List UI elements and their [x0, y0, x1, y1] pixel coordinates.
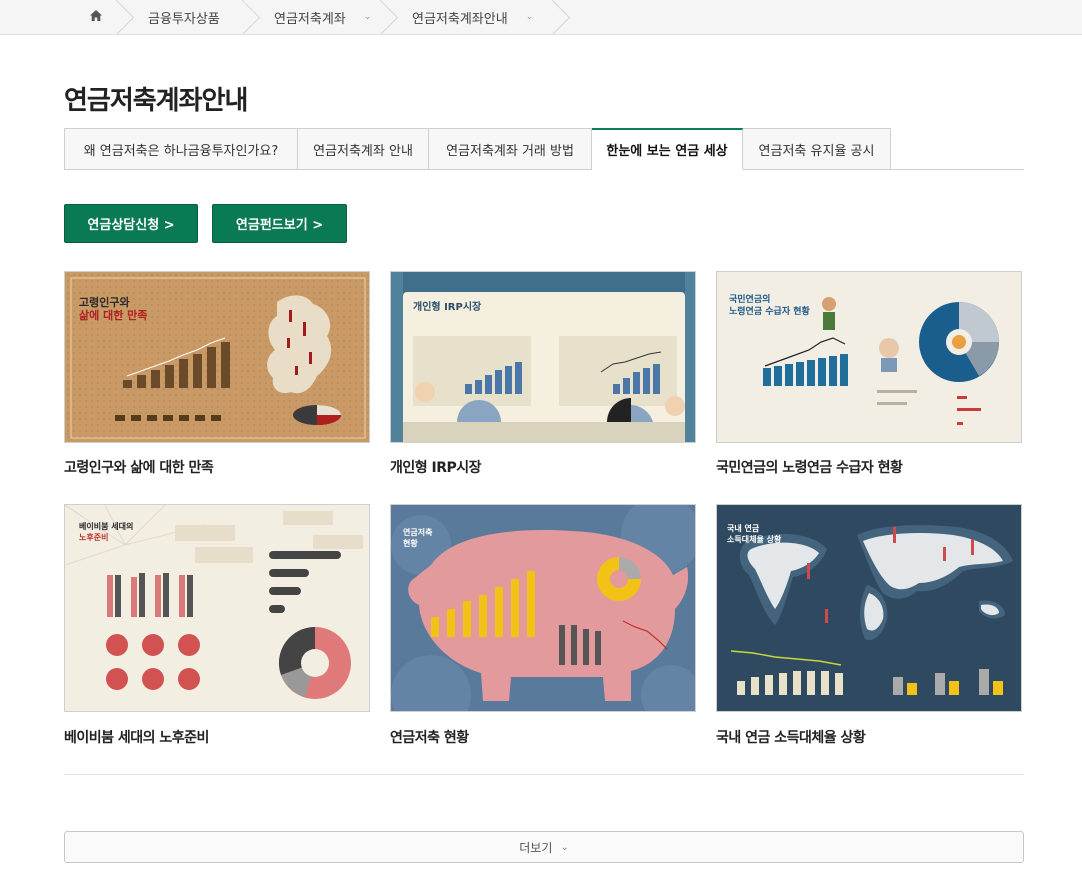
infographic-card[interactable]: 국민연금의 노령연금 수급자 현황: [716, 271, 1022, 443]
breadcrumb-label: 금융투자상품: [148, 11, 220, 27]
card-caption[interactable]: 국민연금의 노령연금 수급자 현황: [716, 457, 903, 477]
funds-button[interactable]: 연금펀드보기 >: [212, 204, 347, 243]
breadcrumb-home[interactable]: [64, 0, 128, 34]
breadcrumb-item-pension-guide[interactable]: 연금저축계좌안내 ⌄: [392, 0, 564, 34]
divider: [64, 774, 1024, 775]
tab-label: 연금저축계좌 안내: [313, 143, 413, 159]
home-icon: [90, 9, 102, 25]
breadcrumb-label: 연금저축계좌: [274, 11, 346, 27]
infographic-thumbnail[interactable]: 국민연금의 노령연금 수급자 현황: [716, 271, 1022, 443]
tab-bar: 왜 연금저축은 하나금융투자인가요? 연금저축계좌 안내 연금저축계좌 거래 방…: [64, 128, 1024, 170]
infographic-card[interactable]: 베이비붐 세대의 노후준비: [64, 504, 370, 712]
tab-label: 연금저축 유지율 공시: [758, 143, 875, 159]
tab-label: 왜 연금저축은 하나금융투자인가요?: [83, 143, 279, 159]
tab-pension-world[interactable]: 한눈에 보는 연금 세상: [592, 128, 743, 170]
thumb-title: 삶에 대한 만족: [79, 308, 147, 322]
breadcrumb-item-pension-account[interactable]: 연금저축계좌 ⌄: [254, 0, 392, 34]
tab-why-hana[interactable]: 왜 연금저축은 하나금융투자인가요?: [64, 128, 298, 170]
chevron-down-icon: ⌄: [363, 12, 372, 22]
consult-button[interactable]: 연금상담신청 >: [64, 204, 198, 243]
tab-label: 연금저축계좌 거래 방법: [446, 143, 574, 159]
tab-trade-method[interactable]: 연금저축계좌 거래 방법: [429, 128, 592, 170]
tab-account-guide[interactable]: 연금저축계좌 안내: [298, 128, 429, 170]
card-caption[interactable]: 국내 연금 소득대체율 상황: [716, 727, 866, 747]
thumb-title: 고령인구와: [79, 295, 130, 309]
infographic-thumbnail[interactable]: 국내 연금 소득대체율 상황: [716, 504, 1022, 712]
infographic-card[interactable]: 국내 연금 소득대체율 상황: [716, 504, 1022, 712]
thumb-title: 연금저축: [403, 527, 433, 537]
button-label: 연금펀드보기 >: [235, 218, 324, 233]
thumb-title: 노령연금 수급자 현황: [729, 305, 811, 317]
card-caption[interactable]: 베이비붐 세대의 노후준비: [64, 727, 209, 747]
breadcrumb-label: 연금저축계좌안내: [412, 11, 508, 27]
infographic-card[interactable]: 고령인구와 삶에 대한 만족: [64, 271, 370, 443]
page-title: 연금저축계좌안내: [64, 86, 248, 116]
infographic-thumbnail[interactable]: 연금저축 현황: [390, 504, 696, 712]
tab-retention-disclosure[interactable]: 연금저축 유지율 공시: [743, 128, 891, 170]
card-caption[interactable]: 고령인구와 삶에 대한 만족: [64, 457, 214, 477]
thumb-title: 국민연금의: [729, 293, 770, 305]
chevron-down-icon: ⌄: [560, 841, 569, 853]
thumb-title: 국내 연금: [727, 523, 760, 533]
infographic-thumbnail[interactable]: 고령인구와 삶에 대한 만족: [64, 271, 370, 443]
infographic-card[interactable]: 개인형 IRP시장: [390, 271, 696, 443]
breadcrumb: 금융투자상품 연금저축계좌 ⌄ 연금저축계좌안내 ⌄: [64, 0, 564, 34]
breadcrumb-bar: 금융투자상품 연금저축계좌 ⌄ 연금저축계좌안내 ⌄: [0, 0, 1082, 35]
breadcrumb-item-products[interactable]: 금융투자상품: [128, 0, 254, 34]
thumb-title: 소득대체율 상황: [727, 534, 782, 544]
thumb-title: 개인형 IRP시장: [413, 300, 482, 313]
chevron-down-icon: ⌄: [525, 12, 534, 22]
tab-label: 한눈에 보는 연금 세상: [606, 144, 728, 159]
button-label: 연금상담신청 >: [87, 218, 175, 233]
thumb-title: 노후준비: [79, 532, 108, 542]
thumb-title: 현황: [403, 538, 418, 548]
infographic-card[interactable]: 연금저축 현황: [390, 504, 696, 712]
button-label: 더보기: [519, 840, 553, 855]
infographic-thumbnail[interactable]: 베이비붐 세대의 노후준비: [64, 504, 370, 712]
thumb-title: 베이비붐 세대의: [79, 521, 133, 531]
card-caption[interactable]: 연금저축 현황: [390, 727, 469, 747]
infographic-thumbnail[interactable]: 개인형 IRP시장: [390, 271, 696, 443]
card-caption[interactable]: 개인형 IRP시장: [390, 457, 482, 477]
load-more-button[interactable]: 더보기 ⌄: [64, 831, 1024, 863]
